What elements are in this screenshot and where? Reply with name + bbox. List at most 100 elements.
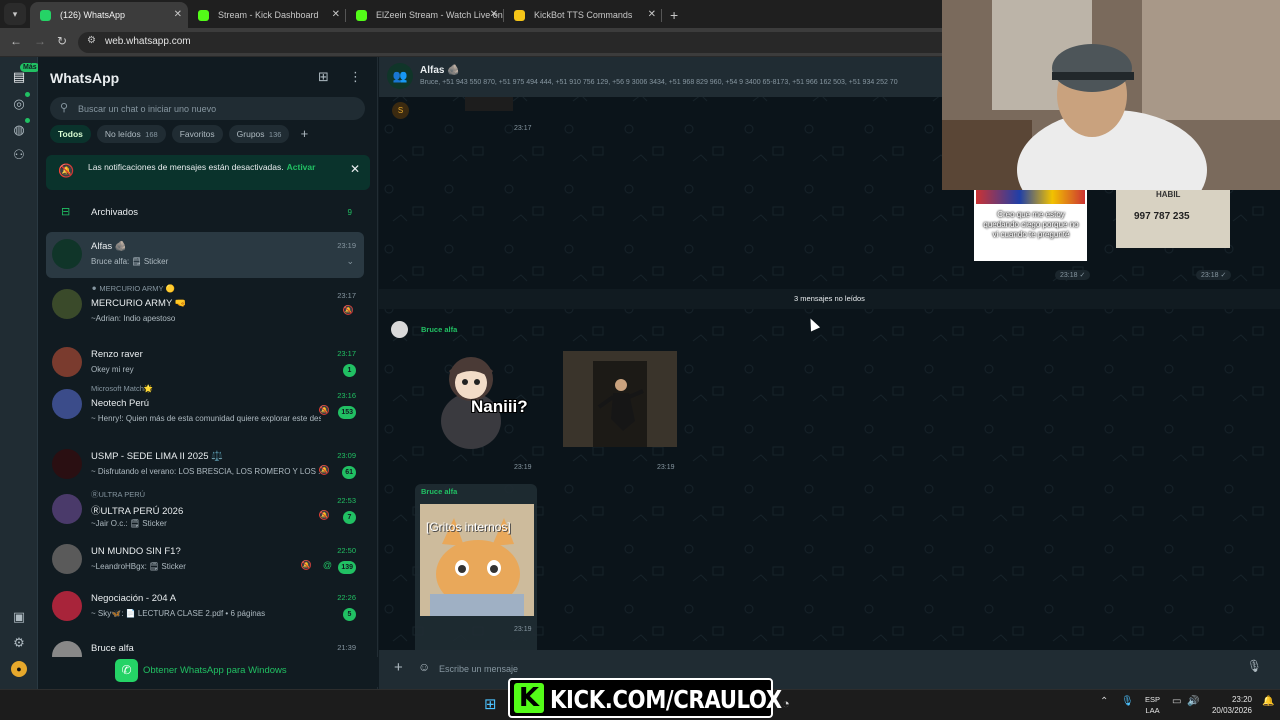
whatsapp-logo-icon: ✆: [115, 659, 138, 682]
status-icon[interactable]: ◎: [11, 96, 27, 112]
chat-list-item[interactable]: Renzo raver Okey mi rey 23:17 1: [46, 340, 364, 386]
close-tab-icon[interactable]: ✕: [490, 2, 498, 28]
browser-tab[interactable]: Stream - Kick Dashboard ✕: [188, 2, 346, 28]
tab-title: KickBot TTS Commands: [534, 10, 633, 20]
chat-time: 23:17: [337, 291, 356, 300]
attach-plus-icon[interactable]: +: [394, 659, 403, 676]
mention-icon: @: [322, 560, 332, 570]
system-clock[interactable]: 23:20 20/03/2026: [1212, 694, 1252, 716]
message-input[interactable]: [439, 658, 1239, 679]
search-icon: ⚲: [60, 102, 69, 114]
chat-list-item[interactable]: ⓇULTRA PERÚ ⓇULTRA PERÚ 2026 ~Jair O.c.: 🗒…: [46, 487, 364, 533]
add-filter-icon[interactable]: +: [295, 125, 313, 143]
status-dot: [25, 92, 30, 97]
tab-search-button[interactable]: ▾: [4, 3, 26, 25]
chats-badge: Más: [20, 63, 40, 72]
double-check-icon: ✓: [1220, 272, 1227, 279]
language-indicator[interactable]: ESP LAA: [1145, 694, 1160, 716]
double-check-icon: ✓: [1079, 272, 1086, 279]
get-windows-app-banner[interactable]: ✆ Obtener WhatsApp para Windows: [38, 657, 378, 687]
filter-chip-count: 168: [145, 130, 158, 139]
sticker-phone: 997 787 235: [1134, 211, 1190, 222]
sticker-image[interactable]: [563, 351, 677, 447]
archived-row[interactable]: ⊟ Archivados 9: [46, 200, 370, 224]
filter-chip-label: Favoritos: [179, 129, 215, 139]
sticker-image[interactable]: HABIL 997 787 235: [1116, 190, 1230, 248]
webcam-overlay: [942, 0, 1280, 190]
filter-chip-count: 136: [268, 130, 282, 139]
muted-icon: 🔕: [300, 560, 312, 570]
media-icon[interactable]: ▣: [11, 609, 27, 625]
chat-name: Alfas 🪨: [91, 241, 127, 252]
close-icon[interactable]: ✕: [350, 162, 360, 176]
clock-date: 20/03/2026: [1211, 706, 1252, 715]
close-tab-icon[interactable]: ✕: [648, 2, 656, 28]
chat-last-message: Okey mi rey: [91, 365, 134, 374]
microphone-icon[interactable]: 🎙: [1247, 659, 1262, 673]
archive-icon: ⊟: [61, 206, 71, 218]
profile-icon[interactable]: ●: [11, 661, 27, 677]
settings-icon[interactable]: ⚙: [11, 635, 27, 651]
network-icon[interactable]: ▭: [1172, 696, 1181, 707]
sender-name[interactable]: Bruce alfa: [421, 325, 457, 334]
reload-icon[interactable]: ↻: [57, 34, 67, 48]
activate-link[interactable]: Activar: [287, 162, 316, 172]
sender-name[interactable]: Bruce alfa: [421, 487, 457, 496]
conversation-members: Bruce, +51 943 550 870, +51 975 494 444,…: [420, 79, 898, 86]
chat-name: ⓇULTRA PERÚ 2026: [91, 506, 184, 517]
unread-count-badge: 7: [343, 511, 356, 524]
sender-avatar: [391, 321, 408, 338]
site-settings-icon[interactable]: ⚙: [87, 35, 96, 46]
chevron-up-icon[interactable]: ⌃: [1100, 696, 1108, 707]
notification-bell-icon[interactable]: 🔔: [1262, 696, 1274, 707]
message-time: 23:18 ✓: [1055, 270, 1091, 280]
chat-list-item[interactable]: USMP - SEDE LIMA II 2025 ⚖️ ~ Disfrutando…: [46, 442, 364, 488]
filter-chip[interactable]: Favoritos: [171, 125, 223, 143]
filter-chip[interactable]: Todos: [50, 125, 91, 143]
chat-list-item[interactable]: Microsoft Match🌟 Neotech Perú ~ Henry!: Qu…: [46, 382, 364, 428]
new-tab-button[interactable]: +: [670, 7, 678, 23]
sticker-image-partial[interactable]: [465, 97, 513, 111]
filter-chip[interactable]: Grupos 136: [228, 125, 290, 143]
kick-channel-text: KICK.COM/CRAULOX: [550, 685, 782, 714]
filter-chip-label: Grupos: [236, 129, 265, 139]
kick-logo-icon: K: [514, 683, 544, 713]
clock-time: 23:20: [1231, 695, 1252, 704]
new-chat-icon[interactable]: ⊞: [318, 69, 329, 85]
chat-list-item[interactable]: Negociación - 204 A ~ Sky🦋: 📄 LECTURA CLA…: [46, 584, 364, 630]
channels-icon[interactable]: ◍: [11, 122, 27, 138]
emoji-icon[interactable]: ☺: [418, 660, 430, 674]
communities-icon[interactable]: ⚇: [11, 147, 27, 163]
volume-icon[interactable]: 🔊: [1187, 696, 1199, 707]
chat-list-item[interactable]: UN MUNDO SIN F1? ~LeandroHBgx: 🗒 Sticker 2…: [46, 537, 364, 583]
sticker-image[interactable]: Creo que me estoy quedando ciego porque …: [974, 190, 1087, 261]
screen: ▾ (126) WhatsApp ✕ Stream - Kick Dashboard…: [0, 0, 1280, 720]
get-windows-label: Obtener WhatsApp para Windows: [143, 665, 287, 676]
webcam-feed: [942, 0, 1280, 190]
chat-time: 22:50: [337, 546, 356, 555]
sticker-image[interactable]: Naniii?: [419, 351, 537, 449]
microphone-tray-icon[interactable]: 🎙: [1121, 696, 1134, 707]
chat-last-message: ~ Disfrutando el verano: LOS BRESCIA, LO…: [91, 467, 321, 476]
chat-list-item[interactable]: Alfas 🪨 Bruce alfa: 🗒 Sticker 23:19 ⌄: [46, 232, 364, 278]
close-tab-icon[interactable]: ✕: [174, 2, 182, 28]
forward-icon[interactable]: →: [34, 34, 46, 48]
notification-text: Las notificaciones de mensajes están des…: [88, 162, 316, 172]
search-input[interactable]: [78, 100, 348, 117]
unread-count-badge: 139: [338, 561, 356, 574]
browser-tab[interactable]: (126) WhatsApp ✕: [30, 2, 188, 28]
chat-list-item[interactable]: ⚫ MERCURIO ARMY 🟡 MERCURIO ARMY 🤜 ~Adrian:…: [46, 282, 364, 328]
chevron-down-icon[interactable]: ⌄: [346, 256, 354, 267]
sticker-image[interactable]: [Gritos internos]: [420, 504, 534, 616]
browser-tab[interactable]: ElZeein Stream - Watch Live on ✕: [346, 2, 504, 28]
app-icon[interactable]: ◔: [782, 696, 790, 711]
close-tab-icon[interactable]: ✕: [332, 2, 340, 28]
windows-start-icon[interactable]: ⊞: [484, 695, 497, 713]
app-title: WhatsApp: [50, 70, 120, 86]
chat-time: 22:53: [337, 496, 356, 505]
browser-tab[interactable]: KickBot TTS Commands ✕: [504, 2, 662, 28]
menu-icon[interactable]: ⋮: [349, 69, 362, 85]
back-icon[interactable]: ←: [10, 34, 22, 48]
filter-chip[interactable]: No leídos 168: [96, 125, 166, 143]
message-time: 23:18 ✓: [1196, 270, 1232, 280]
